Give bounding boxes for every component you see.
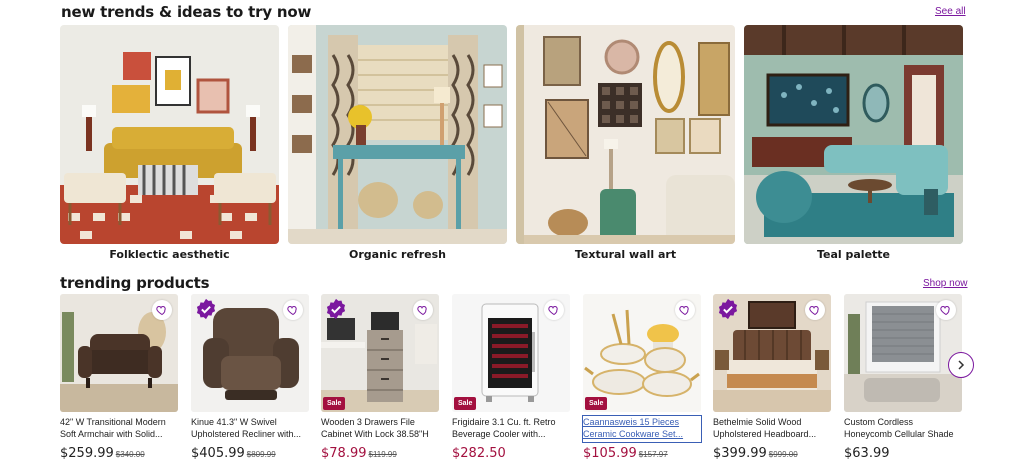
- trend-caption[interactable]: Folklectic aesthetic: [60, 248, 279, 261]
- product-price: $63.99: [844, 446, 890, 461]
- product-price: $405.99: [191, 446, 245, 461]
- product-card[interactable]: Kinue 41.3" W Swivel Upholstered Recline…: [191, 294, 309, 462]
- trending-products-title: trending products: [60, 274, 210, 292]
- product-price: $282.50: [452, 446, 506, 461]
- verified-badge-icon: [326, 298, 346, 320]
- heart-icon[interactable]: [283, 300, 303, 320]
- heart-icon[interactable]: [936, 300, 956, 320]
- product-name[interactable]: 42" W Transitional Modern Soft Armchair …: [60, 416, 178, 442]
- verified-badge-icon: [718, 298, 738, 320]
- heart-icon[interactable]: [675, 300, 695, 320]
- product-image[interactable]: Sale: [583, 294, 701, 412]
- sale-badge: Sale: [585, 397, 608, 410]
- product-name[interactable]: Frigidaire 3.1 Cu. ft. Retro Beverage Co…: [452, 416, 570, 442]
- product-card[interactable]: Sale Frigidaire 3.1 Cu. ft. Retro Bevera…: [452, 294, 570, 462]
- product-card[interactable]: 42" W Transitional Modern Soft Armchair …: [60, 294, 178, 462]
- product-image[interactable]: Sale: [321, 294, 439, 412]
- heart-icon[interactable]: [805, 300, 825, 320]
- product-price: $259.99: [60, 446, 114, 461]
- see-all-link[interactable]: See all: [935, 6, 966, 17]
- product-price: $105.99: [583, 446, 637, 461]
- chevron-right-icon: [958, 360, 965, 370]
- product-card[interactable]: Custom Cordless Honeycomb Cellular Shade…: [844, 294, 962, 462]
- product-name[interactable]: Wooden 3 Drawers File Cabinet With Lock …: [321, 416, 439, 442]
- product-card[interactable]: Bethelmie Solid Wood Upholstered Headboa…: [713, 294, 831, 462]
- trend-card-organic-refresh[interactable]: Organic refresh: [288, 25, 507, 261]
- product-image[interactable]: [844, 294, 962, 412]
- product-name[interactable]: Custom Cordless Honeycomb Cellular Shade: [844, 416, 962, 442]
- product-was-price: $809.99: [246, 450, 276, 459]
- product-name[interactable]: Caannasweis 15 Pieces Ceramic Cookware S…: [582, 415, 702, 443]
- trend-caption[interactable]: Organic refresh: [288, 248, 507, 261]
- trend-card-folklectic[interactable]: Folklectic aesthetic: [60, 25, 279, 261]
- product-image[interactable]: [60, 294, 178, 412]
- product-image[interactable]: [191, 294, 309, 412]
- trend-card-textural-wall-art[interactable]: Textural wall art: [516, 25, 735, 261]
- heart-icon[interactable]: [413, 300, 433, 320]
- trend-image[interactable]: [744, 25, 963, 244]
- heart-icon[interactable]: [152, 300, 172, 320]
- product-price: $78.99: [321, 446, 367, 461]
- trend-caption[interactable]: Teal palette: [744, 248, 963, 261]
- product-image[interactable]: Sale: [452, 294, 570, 412]
- product-was-price: $340.00: [115, 450, 145, 459]
- sale-badge: Sale: [323, 397, 346, 410]
- product-name[interactable]: Bethelmie Solid Wood Upholstered Headboa…: [713, 416, 831, 442]
- heart-icon[interactable]: [544, 300, 564, 320]
- trend-image[interactable]: [516, 25, 735, 244]
- shop-now-link[interactable]: Shop now: [923, 278, 967, 289]
- verified-badge-icon: [196, 298, 216, 320]
- trend-image[interactable]: [60, 25, 279, 244]
- product-was-price: $157.97: [638, 450, 668, 459]
- trends-title: new trends & ideas to try now: [61, 3, 312, 21]
- trend-image[interactable]: [288, 25, 507, 244]
- sale-badge: Sale: [454, 397, 477, 410]
- trend-caption[interactable]: Textural wall art: [516, 248, 735, 261]
- trend-card-teal-palette[interactable]: Teal palette: [744, 25, 963, 261]
- product-was-price: $999.00: [768, 450, 798, 459]
- carousel-next-button[interactable]: [948, 352, 974, 378]
- product-card[interactable]: Sale Wooden 3 Drawers File Cabinet With …: [321, 294, 439, 462]
- product-name[interactable]: Kinue 41.3" W Swivel Upholstered Recline…: [191, 416, 309, 442]
- product-price: $399.99: [713, 446, 767, 461]
- product-image[interactable]: [713, 294, 831, 412]
- product-was-price: $119.99: [368, 450, 397, 459]
- product-card[interactable]: Sale Caannasweis 15 Pieces Ceramic Cookw…: [582, 294, 702, 462]
